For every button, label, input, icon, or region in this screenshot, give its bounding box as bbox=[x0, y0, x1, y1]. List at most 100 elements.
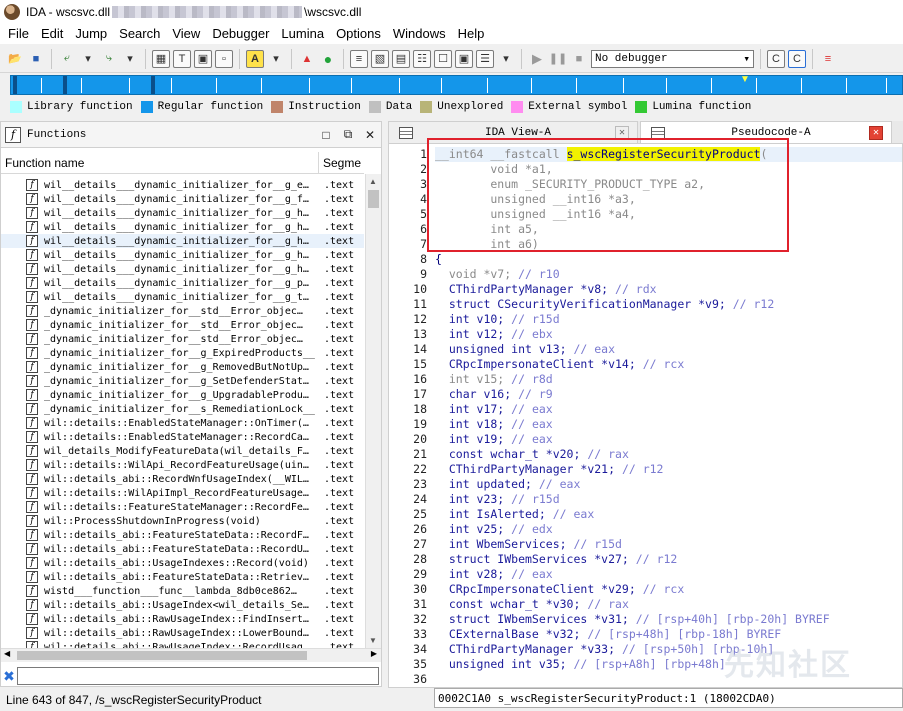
function-row[interactable]: f wil::details_abi::RecordWnfUsageIndex(_… bbox=[1, 472, 364, 486]
code-line[interactable]: unsigned __int16 *a3, bbox=[435, 192, 635, 207]
function-row[interactable]: f wil_details_ModifyFeatureData(wil_detai… bbox=[1, 444, 364, 458]
code-area[interactable]: __int64 __fastcall s_wscRegisterSecurity… bbox=[435, 144, 902, 687]
code-line[interactable]: void *v7; // r10 bbox=[435, 267, 560, 282]
function-row[interactable]: f wil::details::FeatureStateManager::Reco… bbox=[1, 500, 364, 514]
menu-file[interactable]: File bbox=[2, 24, 35, 44]
open-folder-icon[interactable]: 📂 bbox=[6, 50, 24, 68]
scroll-up-icon[interactable]: ▲ bbox=[369, 177, 377, 186]
code-line[interactable]: CRpcImpersonateClient *v14; // rcx bbox=[435, 357, 684, 372]
code-line[interactable]: int v12; // ebx bbox=[435, 327, 553, 342]
code-line[interactable]: int v28; // eax bbox=[435, 567, 553, 582]
function-row[interactable]: f wil::ProcessShutdownInProgress(void) .te… bbox=[1, 514, 364, 528]
lumina-icon[interactable]: ● bbox=[319, 50, 337, 68]
forward-arrow-icon[interactable]: ⤷ bbox=[100, 50, 118, 68]
structs-icon[interactable]: ≡ bbox=[350, 49, 368, 68]
function-row[interactable]: f wil::details_abi::UsageIndex<wil_detail… bbox=[1, 598, 364, 612]
menu-edit[interactable]: Edit bbox=[35, 24, 69, 44]
tab-ida-view-a[interactable]: IDA View-A ✕ bbox=[388, 121, 638, 143]
graph-view-icon[interactable]: ▦ bbox=[152, 49, 170, 68]
function-row[interactable]: f wistd___function___func__lambda_8db0ce8… bbox=[1, 584, 364, 598]
function-row[interactable]: f _dynamic_initializer_for__std__Error_ob… bbox=[1, 318, 364, 332]
float-icon[interactable]: ⧉ bbox=[337, 127, 359, 142]
menu-debugger[interactable]: Debugger bbox=[206, 24, 275, 44]
code-line[interactable]: int v25; // edx bbox=[435, 522, 553, 537]
function-row[interactable]: f wil__details___dynamic_initializer_for_… bbox=[1, 276, 364, 290]
close-icon[interactable]: ✕ bbox=[615, 125, 629, 140]
stop-icon[interactable]: ■ bbox=[570, 50, 588, 68]
code-line[interactable]: int v23; // r15d bbox=[435, 492, 560, 507]
hex-view-icon[interactable]: ▣ bbox=[194, 49, 212, 68]
code-line[interactable]: int a6) bbox=[435, 237, 538, 252]
scroll-right-icon[interactable]: ▶ bbox=[371, 649, 377, 658]
chevron-down-icon[interactable]: ▾ bbox=[267, 50, 285, 68]
clear-filter-icon[interactable]: ✖ bbox=[1, 668, 17, 685]
code-line[interactable]: int updated; // eax bbox=[435, 477, 581, 492]
menu-view[interactable]: View bbox=[166, 24, 206, 44]
navigation-band[interactable]: ▼ bbox=[10, 74, 903, 95]
code-line[interactable]: int v18; // eax bbox=[435, 417, 553, 432]
function-row[interactable]: f wil__details___dynamic_initializer_for_… bbox=[1, 178, 364, 192]
menu-jump[interactable]: Jump bbox=[69, 24, 113, 44]
function-row[interactable]: f wil__details___dynamic_initializer_for_… bbox=[1, 262, 364, 276]
enums-icon[interactable]: ▧ bbox=[371, 49, 389, 68]
chevron-down-icon[interactable]: ▾ bbox=[121, 50, 139, 68]
functions-horizontal-scrollbar[interactable]: ◀ ▶ bbox=[1, 648, 381, 662]
code-line[interactable]: CThirdPartyManager *v21; // r12 bbox=[435, 462, 664, 477]
pseudocode-view[interactable]: 1 2 3 4 5 6 7 8 9 10 11 12 13 14 15 16 17 18 19 20 21 22 23 24 2… bbox=[388, 143, 903, 688]
restore-icon[interactable]: □ bbox=[315, 128, 337, 142]
function-row[interactable]: f wil__details___dynamic_initializer_for_… bbox=[1, 248, 364, 262]
settings-icon[interactable]: ≡ bbox=[819, 50, 837, 68]
code-line[interactable]: int a5, bbox=[435, 222, 538, 237]
code-line[interactable]: unsigned int v35; // [rsp+A8h] [rbp+48h] bbox=[435, 657, 726, 672]
scroll-down-icon[interactable]: ▼ bbox=[369, 636, 377, 645]
scrollbar-thumb[interactable] bbox=[368, 190, 379, 208]
code-line[interactable]: unsigned __int16 *a4, bbox=[435, 207, 635, 222]
code-line[interactable]: struct IWbemServices *v27; // r12 bbox=[435, 552, 678, 567]
menu-options[interactable]: Options bbox=[330, 24, 387, 44]
code-line[interactable]: void *a1, bbox=[435, 162, 552, 177]
function-row[interactable]: f wil::details_abi::UsageIndexes::Record(… bbox=[1, 556, 364, 570]
xrefs-icon[interactable]: ☐ bbox=[434, 49, 452, 68]
function-row[interactable]: f wil::details_abi::FeatureStateData::Ret… bbox=[1, 570, 364, 584]
code-line[interactable]: CThirdPartyManager *v8; // rdx bbox=[435, 282, 657, 297]
menu-help[interactable]: Help bbox=[452, 24, 491, 44]
function-row[interactable]: f wil::details::EnabledStateManager::Reco… bbox=[1, 430, 364, 444]
function-row[interactable]: f _dynamic_initializer_for__g_UpgradableP… bbox=[1, 388, 364, 402]
c-icon[interactable]: C bbox=[767, 49, 785, 68]
function-row[interactable]: f wil::details_abi::RawUsageIndex::LowerB… bbox=[1, 626, 364, 640]
code-line[interactable]: { bbox=[435, 252, 442, 267]
save-icon[interactable]: ■ bbox=[27, 50, 45, 68]
code-line[interactable]: int IsAlerted; // eax bbox=[435, 507, 594, 522]
code-line[interactable]: const wchar_t *v20; // rax bbox=[435, 447, 629, 462]
text-view-icon[interactable]: T bbox=[173, 49, 191, 68]
run-icon[interactable]: ▶ bbox=[528, 50, 546, 68]
code-line[interactable]: enum _SECURITY_PRODUCT_TYPE a2, bbox=[435, 177, 705, 192]
functions-vertical-scrollbar[interactable]: ▲ ▼ bbox=[365, 174, 381, 648]
menu-windows[interactable]: Windows bbox=[387, 24, 452, 44]
function-row[interactable]: f wil__details___dynamic_initializer_for_… bbox=[1, 192, 364, 206]
segments-icon[interactable]: ▤ bbox=[392, 49, 410, 68]
function-row[interactable]: f wil::details::WilApi_RecordFeatureUsage… bbox=[1, 458, 364, 472]
code-line[interactable]: int v17; // eax bbox=[435, 402, 553, 417]
chevron-down-icon[interactable]: ▾ bbox=[497, 50, 515, 68]
code-line[interactable]: int v19; // eax bbox=[435, 432, 553, 447]
function-row[interactable]: f wil__details___dynamic_initializer_for_… bbox=[1, 206, 364, 220]
code-line[interactable]: __int64 __fastcall s_wscRegisterSecurity… bbox=[435, 147, 902, 162]
code-line[interactable]: int v10; // r15d bbox=[435, 312, 560, 327]
scroll-left-icon[interactable]: ◀ bbox=[4, 649, 10, 658]
code-line[interactable]: CRpcImpersonateClient *v29; // rcx bbox=[435, 582, 684, 597]
code-line[interactable]: char v16; // r9 bbox=[435, 387, 553, 402]
function-filter-input[interactable] bbox=[17, 667, 379, 685]
patch-icon[interactable]: ▣ bbox=[455, 49, 473, 68]
function-row[interactable]: f _dynamic_initializer_for__g_SetDefender… bbox=[1, 374, 364, 388]
close-icon[interactable]: ✕ bbox=[869, 125, 883, 140]
pause-icon[interactable]: ❚❚ bbox=[549, 50, 567, 68]
code-line[interactable]: struct CSecurityVerificationManager *v9;… bbox=[435, 297, 774, 312]
function-row[interactable]: f _dynamic_initializer_for__std__Error_ob… bbox=[1, 304, 364, 318]
breakpoint-icon[interactable]: ▲ bbox=[298, 50, 316, 68]
function-row[interactable]: f _dynamic_initializer_for__g_RemovedButN… bbox=[1, 360, 364, 374]
scrollbar-thumb[interactable] bbox=[17, 651, 307, 660]
code-line[interactable]: struct IWbemServices *v31; // [rsp+40h] … bbox=[435, 612, 830, 627]
function-row[interactable]: f wil::details_abi::FeatureStateData::Rec… bbox=[1, 528, 364, 542]
debugger-select[interactable]: No debugger ▾ bbox=[591, 49, 754, 68]
